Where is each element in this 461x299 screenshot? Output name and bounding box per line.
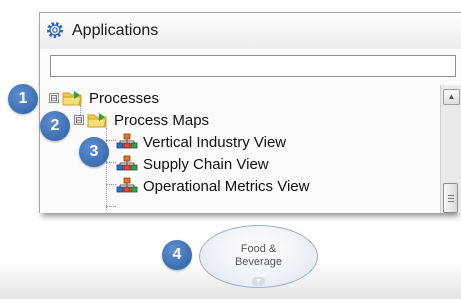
vertical-scrollbar[interactable]: ▲	[440, 85, 461, 213]
tree-connector	[106, 206, 116, 207]
callout-badge-4: 4	[162, 240, 192, 270]
panel-title: Applications	[72, 22, 159, 39]
collapse-toggle[interactable]: ⊟	[49, 93, 59, 103]
chevron-up-icon: ▲	[447, 92, 456, 101]
tree-item-label: Vertical Industry View	[143, 133, 287, 151]
process-node-food-beverage[interactable]: Food & Beverage ▼	[199, 225, 318, 288]
node-label: Food & Beverage	[234, 243, 283, 268]
chevron-down-icon: ▼	[255, 278, 262, 285]
hierarchy-icon	[116, 155, 138, 171]
callout-badge-1: 1	[8, 84, 38, 114]
panel-header: Applications	[40, 13, 461, 49]
gear-icon	[47, 22, 63, 38]
callout-badge-2: 2	[40, 111, 70, 141]
hierarchy-icon	[116, 133, 138, 149]
callout-badge-3: 3	[79, 137, 109, 167]
grip-line	[448, 201, 454, 202]
tree-connector	[106, 140, 116, 141]
tree-item-operational-metrics-view[interactable]: Operational Metrics View	[116, 175, 309, 197]
grip-line	[448, 198, 454, 199]
folder-icon	[87, 113, 107, 128]
tree-item-supply-chain-view[interactable]: Supply Chain View	[116, 153, 269, 175]
hierarchy-icon	[116, 177, 138, 193]
tree-item-label: Operational Metrics View	[143, 177, 310, 195]
tree-item-vertical-industry-view[interactable]: Vertical Industry View	[116, 131, 286, 153]
search-input[interactable]	[50, 55, 456, 77]
tree-item-processes[interactable]: ⊟ Processes	[49, 87, 159, 109]
grip-line	[448, 195, 454, 196]
scroll-up-button[interactable]: ▲	[443, 89, 460, 105]
scroll-thumb[interactable]	[443, 183, 458, 213]
tree-item-label: Process Maps	[114, 111, 210, 129]
tree-item-process-maps[interactable]: ⊟ Process Maps	[74, 109, 209, 131]
expand-caret-icon[interactable]: ▼	[252, 277, 265, 286]
tree-item-label: Supply Chain View	[143, 155, 269, 173]
tree-item-label: Processes	[89, 89, 160, 107]
tree-connector	[106, 162, 116, 163]
applications-panel: Applications ⊟ Processes ⊟ Process Maps …	[39, 12, 461, 213]
tree-connector	[106, 184, 116, 185]
folder-icon	[62, 91, 82, 106]
collapse-toggle[interactable]: ⊟	[74, 115, 84, 125]
